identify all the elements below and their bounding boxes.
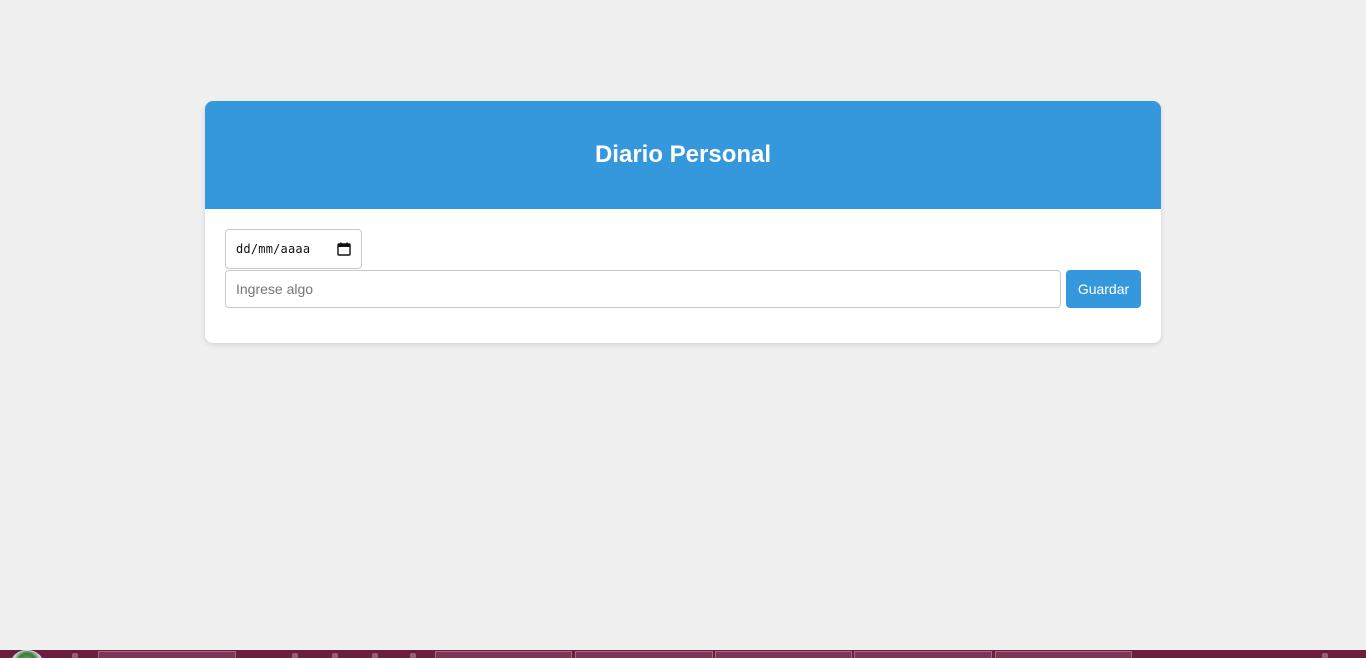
- quick-launch-icon[interactable]: [72, 653, 78, 658]
- card-header: Diario Personal: [205, 101, 1161, 209]
- taskbar-button[interactable]: [435, 651, 572, 658]
- page: Diario Personal dd/mm/aaaa Guardar: [0, 0, 1366, 658]
- quick-launch-icon[interactable]: [372, 653, 378, 658]
- taskbar: [0, 650, 1366, 658]
- taskbar-button[interactable]: [854, 651, 992, 658]
- taskbar-button[interactable]: [715, 651, 852, 658]
- quick-launch-icon[interactable]: [410, 653, 416, 658]
- diary-card: Diario Personal dd/mm/aaaa Guardar: [205, 101, 1161, 343]
- tray-icon[interactable]: [1322, 653, 1328, 658]
- quick-launch-icon[interactable]: [292, 653, 298, 658]
- date-input[interactable]: dd/mm/aaaa: [225, 229, 362, 269]
- start-orb-icon[interactable]: [10, 650, 44, 658]
- date-placeholder: dd/mm/aaaa: [236, 242, 311, 256]
- save-button[interactable]: Guardar: [1066, 270, 1141, 308]
- taskbar-button[interactable]: [995, 651, 1132, 658]
- entry-text-input[interactable]: [225, 270, 1061, 308]
- taskbar-button[interactable]: [575, 651, 713, 658]
- quick-launch-icon[interactable]: [332, 653, 338, 658]
- page-title: Diario Personal: [594, 141, 772, 168]
- card-body: dd/mm/aaaa Guardar: [205, 209, 1161, 343]
- calendar-icon[interactable]: [337, 242, 351, 256]
- taskbar-button[interactable]: [98, 651, 236, 658]
